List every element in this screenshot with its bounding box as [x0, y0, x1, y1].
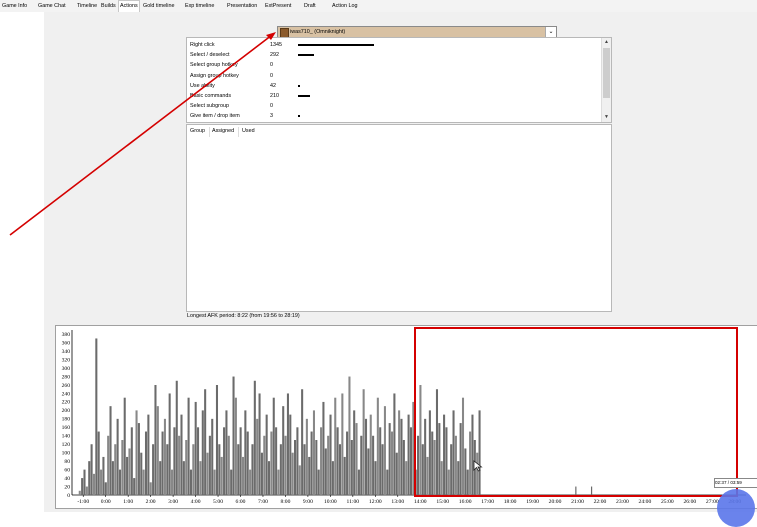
annotation-arrow: [9, 32, 276, 236]
click-indicator: [717, 489, 755, 527]
time-tooltip: 02:37 / 03:59: [714, 478, 757, 488]
mouse-cursor-icon: [473, 460, 483, 472]
